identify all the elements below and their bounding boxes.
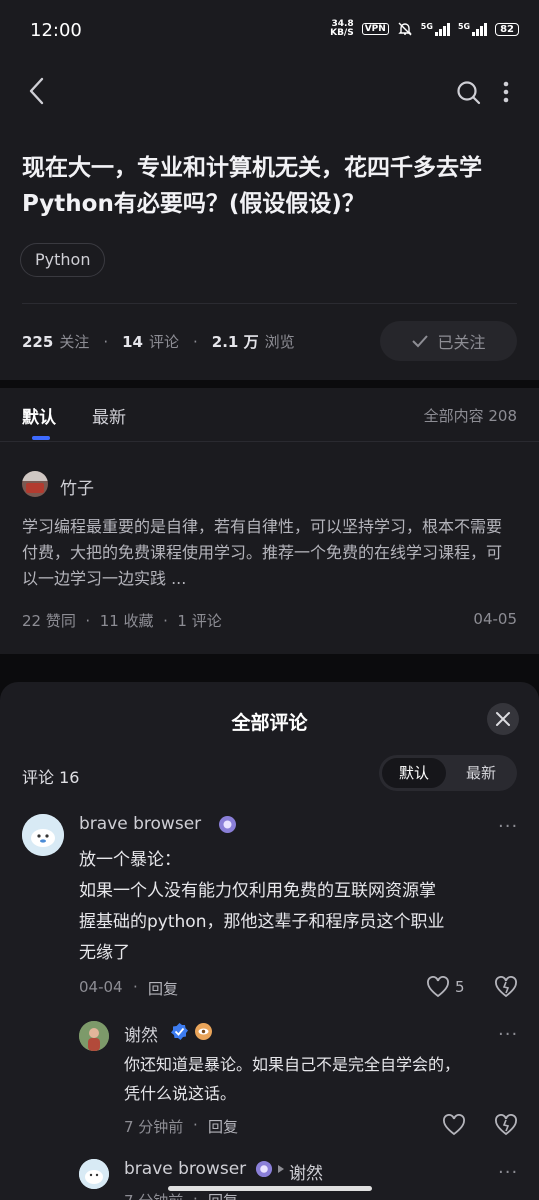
- home-indicator[interactable]: [168, 1186, 372, 1191]
- status-time: 12:00: [30, 20, 82, 41]
- more-icon[interactable]: ···: [498, 1024, 518, 1045]
- signal-2: 5G: [458, 22, 488, 36]
- avatar[interactable]: [22, 814, 64, 856]
- vpn-badge: VPN: [361, 23, 389, 35]
- broken-heart-icon[interactable]: [494, 976, 518, 998]
- back-icon[interactable]: [26, 76, 48, 106]
- broken-heart-icon[interactable]: [494, 1114, 518, 1136]
- comment-count: 评论 16: [22, 768, 80, 787]
- answer-meta: 22 赞同 · 11 收藏 · 1 评论: [22, 612, 222, 630]
- close-icon: [496, 712, 510, 726]
- heart-icon[interactable]: [426, 976, 450, 998]
- battery-icon: 82: [495, 22, 519, 36]
- reply-button[interactable]: 回复: [208, 1190, 238, 1200]
- topic-tag[interactable]: Python: [20, 243, 106, 277]
- badge-icon: [219, 816, 236, 833]
- verified-icon: [171, 1023, 188, 1040]
- badge-icon: [195, 1023, 212, 1040]
- comment-body[interactable]: 你还知道是暴论。如果自己不是完全自学会的， 凭什么说这话。: [124, 1050, 519, 1108]
- all-content-count: 全部内容 208: [423, 407, 517, 425]
- reply-arrow-icon: [278, 1165, 284, 1173]
- comment-date: 04-04: [79, 978, 123, 996]
- badge-icon: [255, 1160, 273, 1178]
- reply-button[interactable]: 回复: [148, 978, 178, 999]
- like-count: 5: [455, 978, 465, 996]
- avatar[interactable]: [22, 471, 48, 497]
- answer-date: 04-05: [473, 610, 517, 628]
- sort-latest-button[interactable]: 最新: [450, 758, 512, 788]
- sheet-title: 全部评论: [231, 712, 308, 734]
- more-vertical-icon[interactable]: [501, 80, 511, 106]
- comment-date: 7 分钟前: [124, 1190, 183, 1200]
- reply-to-user[interactable]: 谢然: [289, 1159, 323, 1184]
- check-icon: [412, 335, 429, 348]
- comment-author[interactable]: brave browser: [124, 1159, 246, 1179]
- reply-button[interactable]: 回复: [208, 1116, 238, 1137]
- tab-indicator: [32, 436, 50, 440]
- avatar-image: [22, 814, 64, 856]
- divider: [22, 303, 517, 304]
- close-button[interactable]: [487, 703, 519, 735]
- comment-author[interactable]: 谢然: [124, 1021, 158, 1046]
- avatar[interactable]: [79, 1021, 109, 1051]
- signal-icon: [434, 22, 450, 36]
- signal-1: 5G: [421, 22, 450, 36]
- tab-default[interactable]: 默认: [22, 403, 56, 428]
- answer-excerpt[interactable]: 学习编程最重要的是自律，若有自律性，可以坚持学习，根本不需要付费，大把的免费课程…: [22, 514, 517, 592]
- tab-latest[interactable]: 最新: [92, 403, 126, 428]
- heart-icon[interactable]: [442, 1114, 466, 1136]
- avatar-image: [79, 1159, 109, 1189]
- status-icons: 34.8 KB/S VPN 5G 5G 82: [330, 20, 519, 38]
- avatar[interactable]: [79, 1159, 109, 1189]
- avatar-image: [79, 1021, 109, 1051]
- more-icon[interactable]: ···: [498, 1162, 518, 1183]
- comment-date: 7 分钟前: [124, 1118, 184, 1136]
- question-stats: 225 关注 · 14 评论 · 2.1 万浏览: [22, 332, 295, 352]
- answer-author[interactable]: 竹子: [60, 474, 94, 499]
- more-icon[interactable]: ···: [498, 816, 518, 837]
- signal-icon: [472, 22, 488, 36]
- question-title[interactable]: 现在大一，专业和计算机无关，花四千多去学Python有必要吗？(假设假设)？: [22, 150, 517, 222]
- search-icon[interactable]: [456, 80, 482, 106]
- network-speed: 34.8 KB/S: [330, 19, 354, 38]
- sort-default-button[interactable]: 默认: [382, 758, 446, 788]
- comment-body[interactable]: 放一个暴论： 如果一个人没有能力仅利用免费的互联网资源掌 握基础的python，…: [79, 845, 519, 969]
- followed-button[interactable]: 已关注: [380, 321, 517, 361]
- comment-author[interactable]: brave browser: [79, 814, 201, 834]
- mute-bell-icon: [398, 22, 412, 36]
